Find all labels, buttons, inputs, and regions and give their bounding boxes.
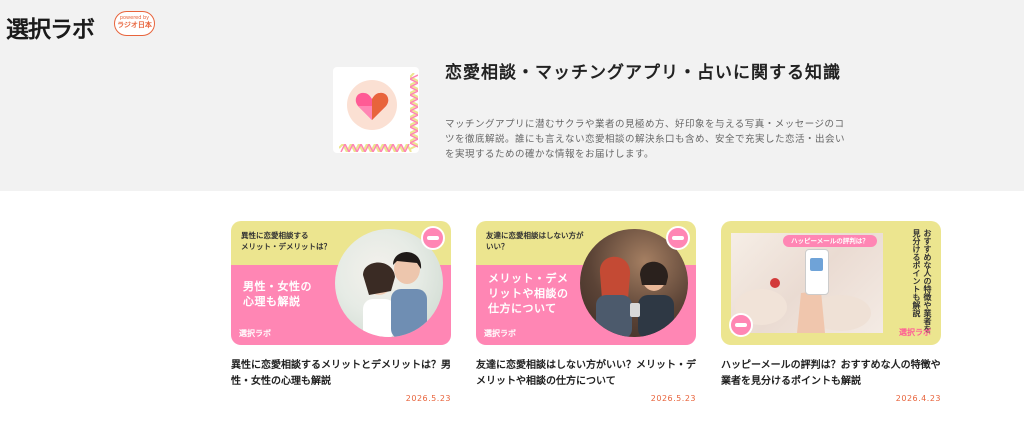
article-thumbnail[interactable]: 異性に恋愛相談する メリット・デメリットは？ 男性・女性の 心理も解説 選択ラボ [231,221,451,345]
article-title[interactable]: ハッピーメールの評判は？おすすめな人の特徴や業者を見分けるポイントも解説 [721,358,941,390]
article-thumbnail[interactable]: 友達に恋愛相談はしない方が いい？ メリット・デメ リットや相談の 仕方について… [476,221,696,345]
site-logo[interactable]: 選択ラボ [6,10,95,44]
heart-icon [355,92,389,120]
zigzag-decoration-right [410,73,418,150]
powered-by-badge[interactable]: powered by ラジオ日本 [114,11,155,36]
zigzag-decoration-bottom [339,144,412,152]
article-list: 異性に恋愛相談する メリット・デメリットは？ 男性・女性の 心理も解説 選択ラボ… [0,191,1024,430]
thumbnail-logo: 選択ラボ [239,329,271,338]
thumbnail-top-text: 異性に恋愛相談する メリット・デメリットは？ [241,231,331,251]
category-description: マッチングアプリに潜むサクラや業者の見極め方、好印象を与える写真・メッセージのコ… [445,119,846,160]
article-card[interactable]: ハッピーメールの評判は？ おすすめな人の特徴や業者を見分けるポイントも解説 選択… [721,221,941,403]
thumbnail-stamp-icon [666,226,690,250]
category-icon-card [333,67,419,153]
thumbnail-top-text: 友達に恋愛相談はしない方が いい？ [486,231,584,251]
thumbnail-logo: 選択ラボ [899,328,931,337]
thumbnail-pill-label: ハッピーメールの評判は？ [783,235,877,247]
article-title[interactable]: 異性に恋愛相談するメリットとデメリットは？男性・女性の心理も解説 [231,358,451,390]
thumbnail-logo: 選択ラボ [484,329,516,338]
article-title[interactable]: 友達に恋愛相談はしない方がいい？メリット・デメリットや相談の仕方について [476,358,696,390]
article-date: 2026.4.23 [895,394,941,403]
thumbnail-stamp-icon [421,226,445,250]
article-date: 2026.5.23 [405,394,451,403]
thumbnail-stamp-icon [729,313,753,337]
site-header: 選択ラボ powered by ラジオ日本 [0,0,1024,48]
article-card[interactable]: 友達に恋愛相談はしない方が いい？ メリット・デメ リットや相談の 仕方について… [476,221,696,403]
article-card[interactable]: 異性に恋愛相談する メリット・デメリットは？ 男性・女性の 心理も解説 選択ラボ… [231,221,451,403]
category-hero: 恋愛相談・マッチングアプリ・占いに関する知識 マッチングアプリに潜むサクラや業者… [0,48,1024,191]
phone-icon [805,249,829,295]
article-thumbnail[interactable]: ハッピーメールの評判は？ おすすめな人の特徴や業者を見分けるポイントも解説 選択… [721,221,941,345]
thumbnail-vertical-text: おすすめな人の特徴や業者を見分けるポイントも解説 [912,229,932,333]
category-title: 恋愛相談・マッチングアプリ・占いに関する知識 [445,63,841,83]
article-date: 2026.5.23 [650,394,696,403]
powered-by-brand: ラジオ日本 [117,21,152,29]
